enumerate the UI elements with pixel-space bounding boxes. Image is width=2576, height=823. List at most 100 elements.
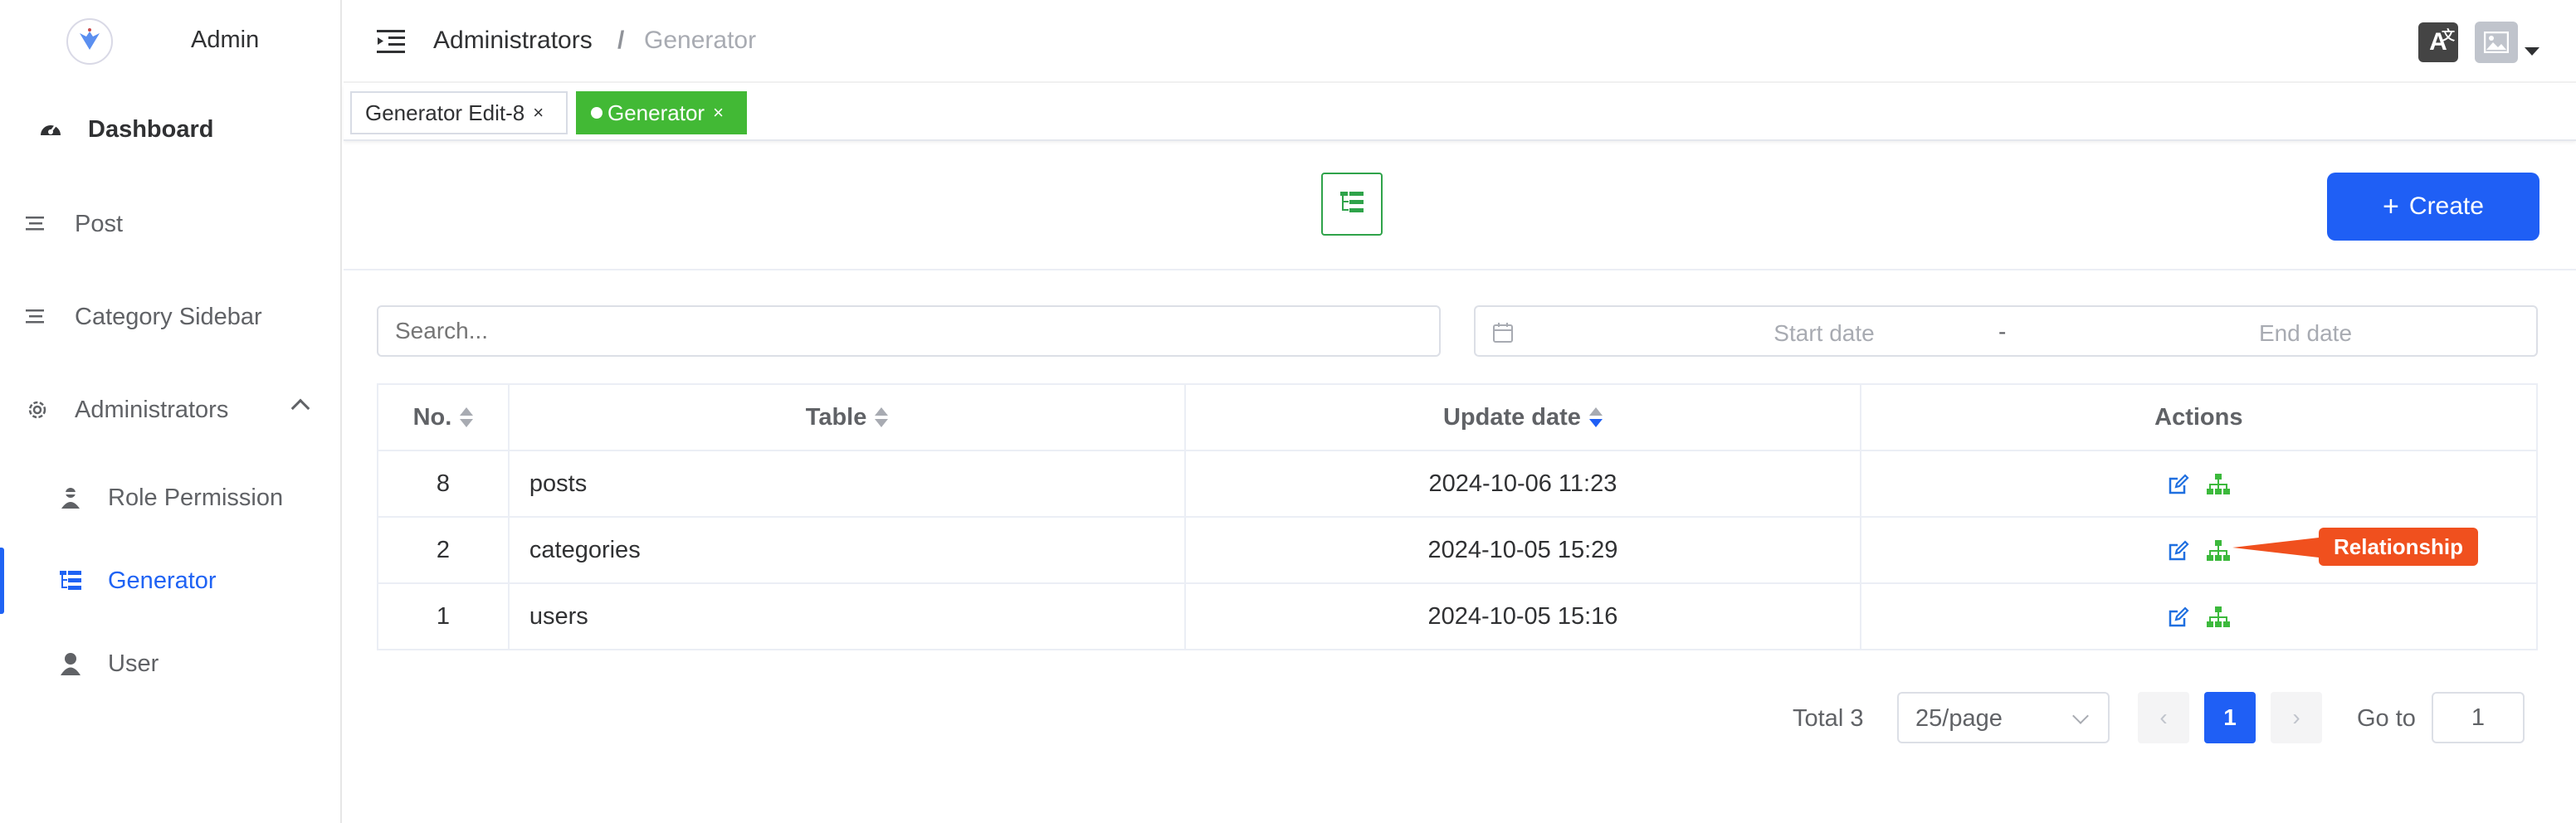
sidebar-item-generator[interactable]: Generator [0, 548, 342, 614]
table-row: 1 users 2024-10-05 15:16 [377, 582, 2539, 650]
prev-page-button[interactable]: ‹ [2138, 692, 2189, 743]
cell-no: 2 [377, 516, 510, 584]
user-icon [56, 650, 85, 678]
cell-table: posts [507, 450, 1187, 518]
start-date-field[interactable]: Start date [1658, 320, 1990, 347]
sort-icon[interactable] [1588, 407, 1603, 429]
relationship-tooltip: Relationship [2319, 528, 2478, 566]
sidebar-item-label: Dashboard [88, 116, 214, 143]
cell-no: 1 [377, 582, 510, 650]
sort-icon[interactable] [460, 407, 474, 429]
create-button[interactable]: + Create [2327, 173, 2539, 241]
breadcrumb-separator: / [617, 27, 625, 54]
close-icon[interactable]: × [713, 102, 724, 124]
chevron-up-icon [290, 398, 310, 418]
list-icon [22, 303, 50, 331]
edit-icon[interactable] [2167, 606, 2190, 629]
chevron-down-icon [2072, 708, 2089, 724]
cell-actions [1859, 450, 2539, 518]
date-range-picker[interactable]: Start date - End date [1474, 305, 2538, 357]
tag-generator[interactable]: Generator × [576, 91, 747, 134]
tag-label: Generator [607, 100, 705, 125]
tags-view: Generator Edit-8 × Generator × [344, 85, 2576, 141]
end-date-field[interactable]: End date [2106, 320, 2505, 347]
sidebar-item-label: User [108, 650, 159, 677]
avatar[interactable] [2475, 22, 2518, 63]
column-label: Actions [2154, 403, 2243, 431]
cell-table: users [507, 582, 1187, 650]
tree-view-button[interactable] [1321, 173, 1383, 236]
goto-page-input[interactable] [2432, 692, 2525, 743]
table-row: 8 posts 2024-10-06 11:23 [377, 450, 2539, 518]
sidebar-item-label: Role Permission [108, 485, 284, 511]
column-label: No. [412, 403, 452, 431]
column-label: Update date [1442, 403, 1581, 431]
toolbar: + Create [344, 143, 2576, 270]
caret-down-icon[interactable] [2525, 47, 2539, 56]
pagination-total: Total 3 [1793, 705, 1864, 732]
cell-no: 8 [377, 450, 510, 518]
sort-icon[interactable] [875, 407, 889, 429]
gear-icon [23, 396, 51, 424]
sidebar-item-label: Generator [108, 567, 217, 594]
goto-label: Go to [2357, 705, 2416, 732]
tree-list-icon [1339, 190, 1365, 219]
column-label: Table [805, 403, 867, 431]
calendar-icon [1492, 322, 1514, 343]
cell-update-date: 2024-10-05 15:16 [1184, 582, 1861, 650]
page-size-select[interactable]: 25/page [1897, 692, 2110, 743]
cell-update-date: 2024-10-05 15:29 [1184, 516, 1861, 584]
active-dot-icon [591, 107, 603, 119]
app-name: Admin [191, 27, 260, 53]
table-row: 2 categories 2024-10-05 15:29 [377, 516, 2539, 584]
sidebar-item-label: Administrators [75, 397, 229, 423]
tree-list-icon [56, 567, 85, 595]
table-header-row: No. Table Update date Actions [377, 383, 2539, 451]
column-header-update-date[interactable]: Update date [1184, 383, 1861, 451]
relationship-icon[interactable] [2207, 606, 2231, 629]
edit-icon[interactable] [2167, 473, 2190, 496]
relationship-icon[interactable] [2207, 539, 2231, 562]
column-header-actions: Actions [1859, 383, 2539, 451]
create-label: Create [2408, 192, 2484, 220]
tag-generator-edit-8[interactable]: Generator Edit-8 × [350, 91, 568, 134]
generator-table: No. Table Update date Actions 8 posts 20… [377, 383, 2539, 650]
sidebar: Admin Dashboard Post Category Sidebar Ad… [0, 0, 342, 823]
close-icon[interactable]: × [533, 102, 544, 124]
range-separator: - [1998, 319, 2007, 344]
header-actions: A文 [2418, 22, 2539, 63]
dashboard-icon [37, 115, 65, 144]
sidebar-item-post[interactable]: Post [0, 191, 342, 257]
sidebar-item-category-sidebar[interactable]: Category Sidebar [0, 284, 342, 350]
cell-update-date: 2024-10-06 11:23 [1184, 450, 1861, 518]
relationship-icon[interactable] [2207, 473, 2231, 496]
translate-icon[interactable]: A文 [2418, 22, 2458, 62]
page-number-button[interactable]: 1 [2204, 692, 2256, 743]
sidebar-item-dashboard[interactable]: Dashboard [0, 96, 342, 163]
cell-actions [1859, 582, 2539, 650]
next-page-button[interactable]: › [2271, 692, 2322, 743]
edit-icon[interactable] [2167, 539, 2190, 562]
user-secret-icon [56, 484, 85, 512]
menu-fold-icon[interactable] [377, 28, 405, 55]
app-logo[interactable] [66, 18, 113, 65]
tag-label: Generator Edit-8 [365, 100, 525, 125]
logo-row: Admin [0, 0, 342, 83]
tooltip-arrow [2232, 538, 2319, 558]
column-header-no[interactable]: No. [377, 383, 510, 451]
sidebar-item-administrators[interactable]: Administrators [0, 377, 342, 443]
page-size-value: 25/page [1915, 705, 2003, 732]
column-header-table[interactable]: Table [507, 383, 1187, 451]
top-header: Administrators / Generator A文 [344, 0, 2576, 83]
list-icon [22, 210, 50, 238]
sidebar-item-label: Category Sidebar [75, 304, 262, 330]
sidebar-item-role-permission[interactable]: Role Permission [0, 465, 342, 531]
search-input[interactable] [377, 305, 1441, 357]
sidebar-item-user[interactable]: User [0, 631, 342, 697]
sidebar-item-label: Post [75, 211, 124, 237]
cell-table: categories [507, 516, 1187, 584]
breadcrumb-administrators[interactable]: Administrators [433, 27, 593, 55]
breadcrumb-generator: Generator [644, 27, 757, 54]
plus-icon: + [2383, 190, 2399, 222]
active-indicator [0, 548, 4, 614]
